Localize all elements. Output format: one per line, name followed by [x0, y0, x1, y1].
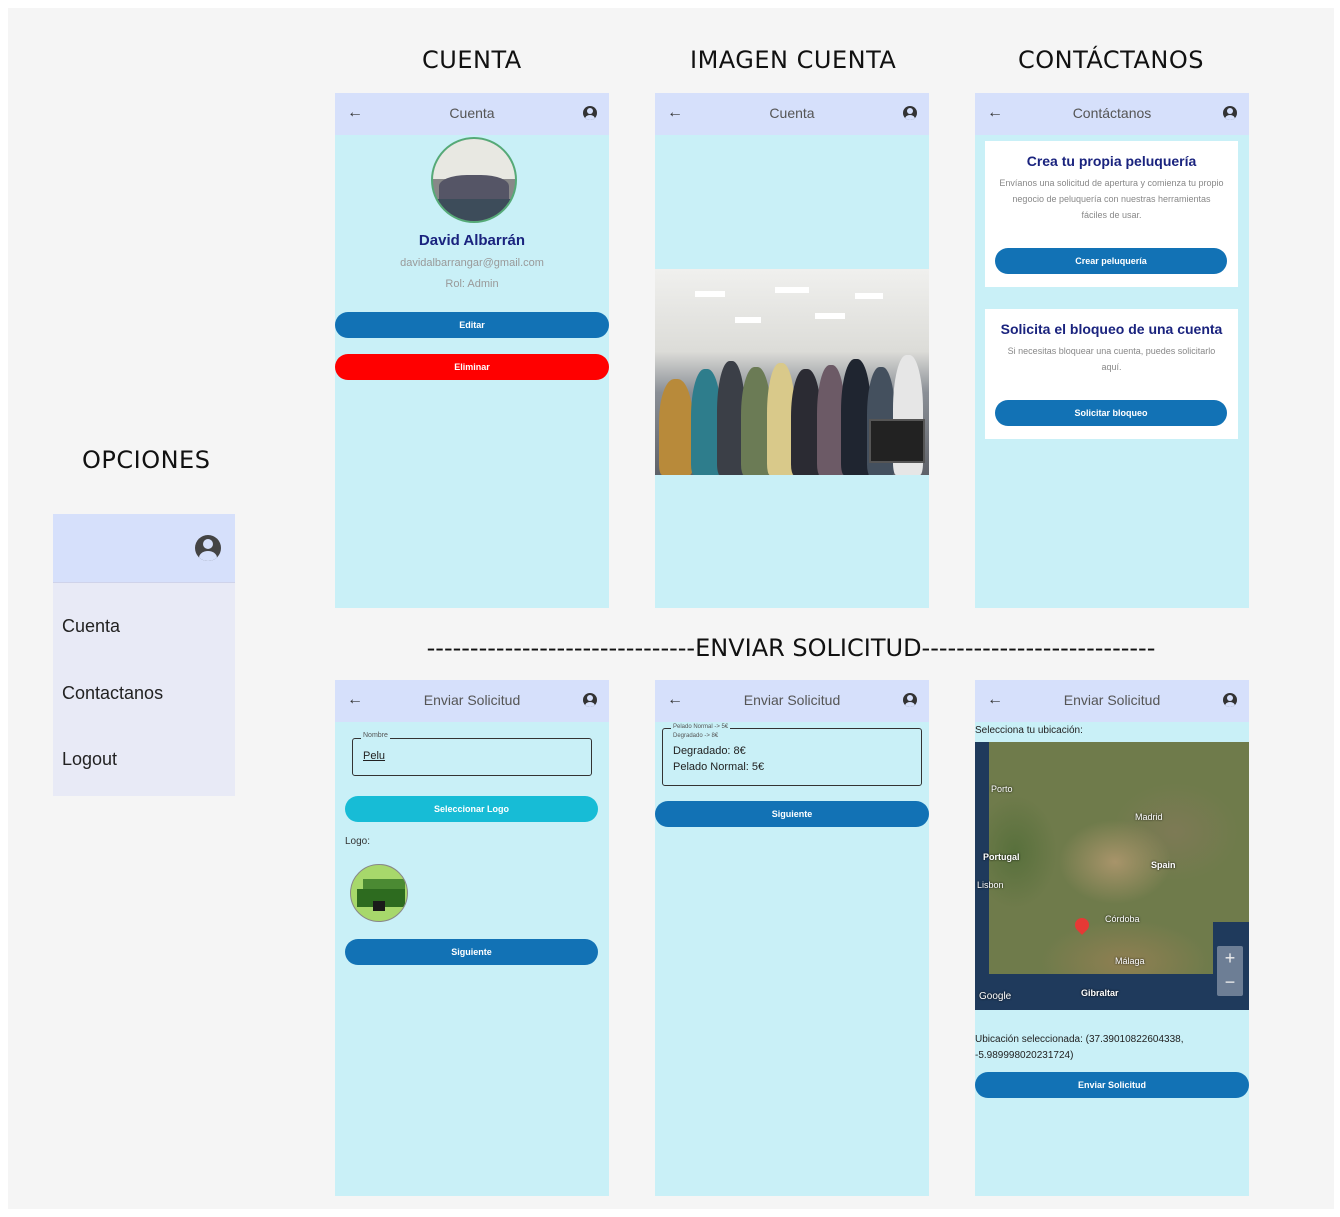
profile-avatar[interactable] [431, 137, 517, 223]
section-title-opciones: OPCIONES [82, 446, 211, 474]
card-heading: Crea tu propia peluquería [1026, 153, 1197, 169]
map-label-malaga: Málaga [1115, 956, 1145, 966]
next-button[interactable]: Siguiente [345, 939, 598, 965]
map-label-cordoba: Córdoba [1105, 914, 1140, 924]
location-map[interactable]: Porto Portugal Madrid Spain Lisbon Córdo… [975, 742, 1249, 1010]
name-field-value: Pelu [363, 750, 386, 762]
app-bar-title: Cuenta [769, 105, 815, 121]
account-photo [655, 269, 929, 475]
map-label-gibraltar: Gibraltar [1081, 988, 1119, 998]
map-label-madrid: Madrid [1135, 812, 1163, 822]
create-salon-card: Crea tu propia peluquería Envíanos una s… [985, 141, 1238, 287]
screen-contactanos: ← Contáctanos Crea tu propia peluquería … [975, 93, 1249, 608]
logo-preview [350, 864, 408, 922]
app-bar: ← Enviar Solicitud [975, 680, 1249, 722]
app-bar-title: Cuenta [449, 105, 495, 121]
zoom-in-button[interactable]: + [1217, 946, 1243, 971]
google-logo: Google [979, 991, 1012, 1002]
app-bar-title: Enviar Solicitud [423, 692, 521, 708]
screen-imagen-cuenta: ← Cuenta [655, 93, 929, 608]
user-name: David Albarrán [418, 232, 526, 249]
services-field-label-2: Degradado -> 8€ [673, 733, 719, 739]
section-title-contactanos: CONTÁCTANOS [1018, 46, 1204, 74]
account-icon[interactable] [583, 106, 597, 120]
selected-location: Ubicación seleccionada: (37.390108226043… [975, 1034, 1184, 1061]
account-icon[interactable] [903, 693, 917, 707]
app-bar: ← Cuenta [335, 93, 609, 135]
section-title-imagen-cuenta: IMAGEN CUENTA [690, 46, 897, 74]
app-bar-title: Enviar Solicitud [743, 692, 841, 708]
service-line-pelado: Pelado Normal: 5€ [673, 761, 765, 773]
services-field[interactable]: Pelado Normal -> 5€ Degradado -> 8€ Degr… [662, 724, 922, 786]
location-pin-icon[interactable] [1072, 915, 1092, 935]
account-icon[interactable] [195, 535, 221, 561]
screen-enviar-solicitud-nombre: ← Enviar Solicitud Nombre Pelu Seleccion… [335, 680, 609, 1196]
map-label-lisbon: Lisbon [977, 880, 1004, 890]
map-label-porto: Porto [991, 784, 1013, 794]
map-label-portugal: Portugal [983, 852, 1020, 862]
location-prompt: Selecciona tu ubicación: [975, 725, 1083, 736]
submit-request-button[interactable]: Enviar Solicitud [975, 1072, 1249, 1098]
drawer-header [53, 514, 235, 583]
options-drawer: Cuenta Contactanos Logout [53, 514, 235, 796]
name-field[interactable]: Nombre Pelu [352, 732, 592, 776]
edit-button[interactable]: Editar [335, 312, 609, 338]
account-icon[interactable] [903, 106, 917, 120]
zoom-out-button[interactable]: − [1217, 971, 1243, 996]
block-account-card: Solicita el bloqueo de una cuenta Si nec… [985, 309, 1238, 439]
app-bar-title: Enviar Solicitud [1063, 692, 1161, 708]
select-logo-button[interactable]: Seleccionar Logo [345, 796, 598, 822]
screen-enviar-solicitud-servicios: ← Enviar Solicitud Pelado Normal -> 5€ D… [655, 680, 929, 1196]
next-button[interactable]: Siguiente [655, 801, 929, 827]
section-title-cuenta: CUENTA [422, 46, 522, 74]
drawer-item-cuenta[interactable]: Cuenta [62, 616, 120, 637]
drawer-item-contactanos[interactable]: Contactanos [62, 683, 163, 704]
app-bar: ← Contáctanos [975, 93, 1249, 135]
drawer-item-logout[interactable]: Logout [62, 749, 117, 770]
app-bar: ← Enviar Solicitud [335, 680, 609, 722]
services-field-label-1: Pelado Normal -> 5€ [671, 724, 731, 730]
section-title-enviar-solicitud: -------------------------------ENVIAR SO… [426, 634, 1156, 662]
request-block-button[interactable]: Solicitar bloqueo [995, 400, 1227, 426]
card-body: Si necesitas bloquear una cuenta, puedes… [1007, 346, 1216, 372]
card-heading: Solicita el bloqueo de una cuenta [1000, 321, 1223, 337]
app-bar: ← Enviar Solicitud [655, 680, 929, 722]
name-field-label: Nombre [361, 732, 390, 739]
account-icon[interactable] [1223, 106, 1237, 120]
account-icon[interactable] [1223, 693, 1237, 707]
map-label-spain: Spain [1151, 860, 1176, 870]
user-role: Rol: Admin [445, 278, 499, 290]
screen-enviar-solicitud-ubicacion: ← Enviar Solicitud Selecciona tu ubicaci… [975, 680, 1249, 1196]
service-line-degradado: Degradado: 8€ [673, 745, 746, 757]
app-bar: ← Cuenta [655, 93, 929, 135]
zoom-controls: + − [1217, 946, 1243, 996]
create-salon-button[interactable]: Crear peluquería [995, 248, 1227, 274]
logo-label: Logo: [345, 836, 371, 847]
user-email: davidalbarrangar@gmail.com [400, 257, 544, 269]
card-body: Envíanos una solicitud de apertura y com… [999, 178, 1224, 220]
screen-cuenta: ← Cuenta David Albarrán davidalbarrangar… [335, 93, 609, 608]
delete-button[interactable]: Eliminar [335, 354, 609, 380]
app-bar-title: Contáctanos [1072, 105, 1152, 121]
account-icon[interactable] [583, 693, 597, 707]
